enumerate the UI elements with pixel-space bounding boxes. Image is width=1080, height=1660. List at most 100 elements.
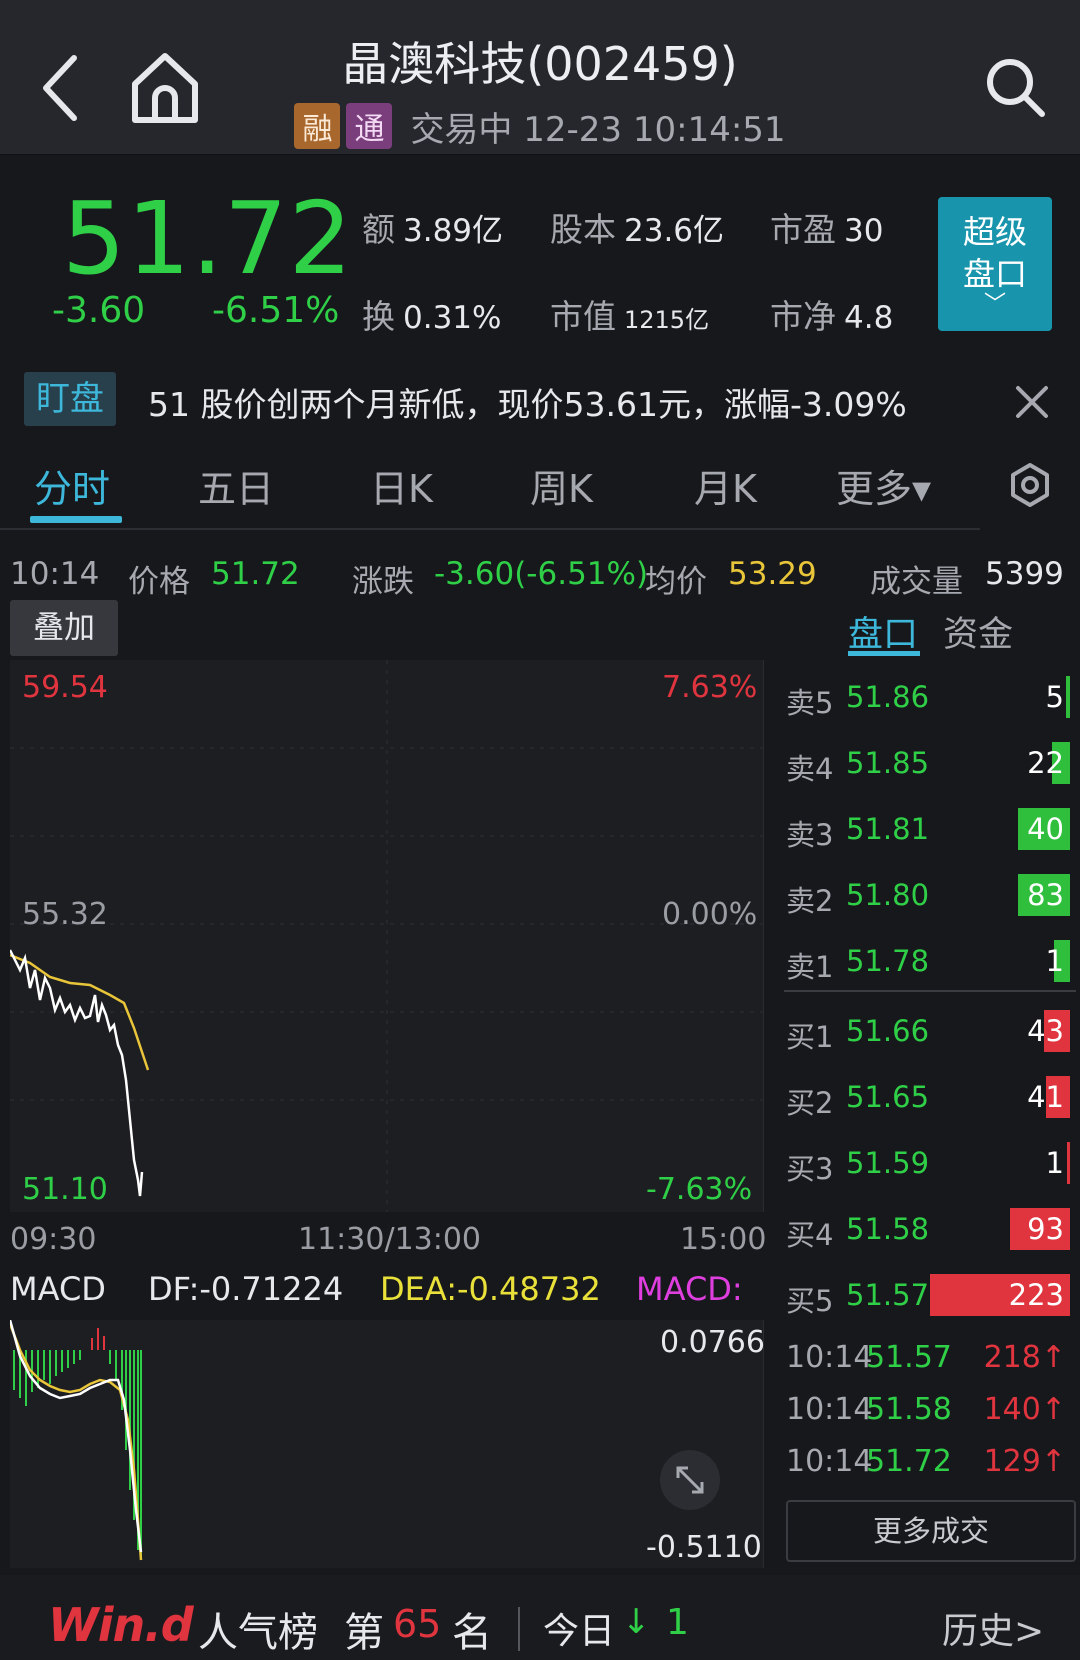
- today-change: 1: [666, 1602, 689, 1643]
- ask-label: 卖3: [786, 818, 834, 852]
- tick-time: 10:14: [786, 1444, 873, 1479]
- tick-time: 10:14: [786, 1340, 873, 1375]
- metric-share-capital: 股本 23.6亿: [550, 210, 725, 249]
- alert-message[interactable]: 51 股价创两个月新低，现价53.61元，涨幅-3.09%: [148, 378, 948, 426]
- tick-row[interactable]: 10:14 51.72 129↑: [784, 1444, 1076, 1488]
- tab-orderbook[interactable]: 盘口: [848, 606, 918, 657]
- tab-daily-k[interactable]: 日K: [370, 458, 433, 513]
- overlay-button[interactable]: 叠加: [10, 600, 118, 656]
- macd-value: MACD:: [636, 1270, 743, 1308]
- time-axis: 09:30 11:30/13:00 15:00: [10, 1222, 766, 1262]
- expand-icon: [676, 1466, 704, 1494]
- tick-row[interactable]: 10:14 51.58 140↑: [784, 1392, 1076, 1436]
- history-link[interactable]: 历史>: [942, 1602, 1044, 1654]
- fullscreen-button[interactable]: [660, 1450, 720, 1510]
- super-orderbook-button[interactable]: 超级 盘口 ﹀: [938, 197, 1052, 331]
- metric-pe: 市盈 30: [770, 210, 884, 249]
- bid-row-2[interactable]: 买2 51.65 41: [784, 1070, 1074, 1126]
- tick-price: 51.57: [866, 1340, 952, 1375]
- chart-price-high: 59.54: [22, 670, 108, 705]
- orderbook-divider: [784, 990, 1076, 992]
- rank-prefix: 第: [344, 1610, 384, 1656]
- ask-volume: 83: [1027, 878, 1064, 912]
- macd-dea: DEA:-0.48732: [380, 1270, 601, 1308]
- search-button[interactable]: [980, 52, 1052, 124]
- tab-five-day[interactable]: 五日: [198, 458, 274, 513]
- time-end: 15:00: [680, 1222, 767, 1257]
- orderbook-tab-indicator: [848, 651, 920, 656]
- tick-volume: 129↑: [983, 1444, 1066, 1479]
- info-volume-label: 成交量: [870, 564, 963, 600]
- ask-row-2[interactable]: 卖2 51.80 83: [784, 868, 1074, 924]
- ask-volume-bar: [1066, 676, 1070, 718]
- active-tab-indicator: [30, 516, 122, 523]
- tab-more[interactable]: 更多▾: [836, 458, 931, 513]
- price-change: -3.60: [52, 290, 146, 331]
- chart-price-mid: 55.32: [22, 897, 108, 932]
- tick-row[interactable]: 10:14 51.57 218↑: [784, 1340, 1076, 1384]
- metric-amount: 额 3.89亿: [362, 210, 504, 249]
- trade-status: 交易中 12-23 10:14:51: [410, 109, 786, 150]
- stock-subtitle: 融 通 交易中 12-23 10:14:51: [0, 100, 1080, 152]
- ask-price: 51.85: [846, 746, 930, 780]
- bid-row-1[interactable]: 买1 51.66 43: [784, 1004, 1074, 1060]
- bid-label: 买5: [786, 1284, 834, 1318]
- bid-volume: 223: [1008, 1278, 1064, 1312]
- rank-number: 65: [393, 1602, 442, 1646]
- info-avg: 53.29: [728, 556, 817, 592]
- ask-label: 卖2: [786, 884, 834, 918]
- intraday-chart: [10, 660, 764, 1212]
- chart-settings-button[interactable]: [1007, 462, 1053, 508]
- bid-row-5[interactable]: 买5 51.57 223: [784, 1268, 1074, 1324]
- ask-volume: 40: [1027, 812, 1064, 846]
- ask-volume: 22: [1027, 746, 1064, 780]
- tick-price: 51.58: [866, 1392, 952, 1427]
- current-price: 51.72: [62, 180, 354, 297]
- super-button-line2: 盘口: [962, 255, 1027, 293]
- chevron-down-icon: ﹀: [983, 292, 1006, 317]
- close-alert-button[interactable]: [1010, 380, 1054, 424]
- ask-row-4[interactable]: 卖4 51.85 22: [784, 736, 1074, 792]
- watch-tag[interactable]: 盯盘: [24, 372, 116, 426]
- bid-price: 51.66: [846, 1014, 930, 1048]
- info-change: -3.60(-6.51%): [434, 556, 649, 592]
- bid-label: 买1: [786, 1020, 834, 1054]
- ask-volume: 5: [1045, 680, 1064, 714]
- ask-row-5[interactable]: 卖5 51.86 5: [784, 670, 1074, 726]
- macd-bottom-value: -0.5110: [646, 1530, 762, 1565]
- ask-row-1[interactable]: 卖1 51.78 1: [784, 934, 1074, 990]
- close-icon: [1016, 386, 1048, 418]
- ask-price: 51.86: [846, 680, 930, 714]
- today-label: 今日: [543, 1611, 616, 1652]
- chart-price-low: 51.10: [22, 1172, 108, 1207]
- down-arrow-icon: ↓: [622, 1602, 651, 1642]
- bid-volume: 93: [1027, 1212, 1064, 1246]
- settings-icon: [1011, 463, 1049, 507]
- rank-suffix: 名: [452, 1610, 492, 1656]
- bid-row-3[interactable]: 买3 51.59 1: [784, 1136, 1074, 1192]
- time-mid: 11:30/13:00: [298, 1222, 482, 1257]
- wind-logo: Win.d: [48, 1598, 194, 1652]
- tab-weekly-k[interactable]: 周K: [530, 458, 593, 513]
- tick-volume: 218↑: [983, 1340, 1066, 1375]
- bid-row-4[interactable]: 买4 51.58 93: [784, 1202, 1074, 1258]
- price-change-percent: -6.51%: [212, 290, 340, 331]
- footer-divider: [518, 1607, 520, 1651]
- more-trades-button[interactable]: 更多成交: [786, 1500, 1076, 1562]
- ask-price: 51.81: [846, 812, 930, 846]
- tick-volume: 140↑: [983, 1392, 1066, 1427]
- macd-top-value: 0.0766: [660, 1325, 765, 1360]
- tab-capital-flow[interactable]: 资金: [943, 606, 1013, 657]
- price-line: [10, 949, 144, 1197]
- macd-label: MACD: [10, 1270, 106, 1308]
- super-button-line1: 超级: [962, 213, 1027, 251]
- tab-monthly-k[interactable]: 月K: [694, 458, 757, 513]
- info-volume: 5399: [985, 556, 1064, 592]
- ask-label: 卖1: [786, 950, 834, 984]
- chart-pct-high: 7.63%: [662, 670, 758, 705]
- info-price: 51.72: [211, 556, 300, 592]
- ask-row-3[interactable]: 卖3 51.81 40: [784, 802, 1074, 858]
- tab-intraday[interactable]: 分时: [34, 458, 110, 513]
- ask-label: 卖4: [786, 752, 834, 786]
- popularity-label: 人气榜: [198, 1610, 318, 1656]
